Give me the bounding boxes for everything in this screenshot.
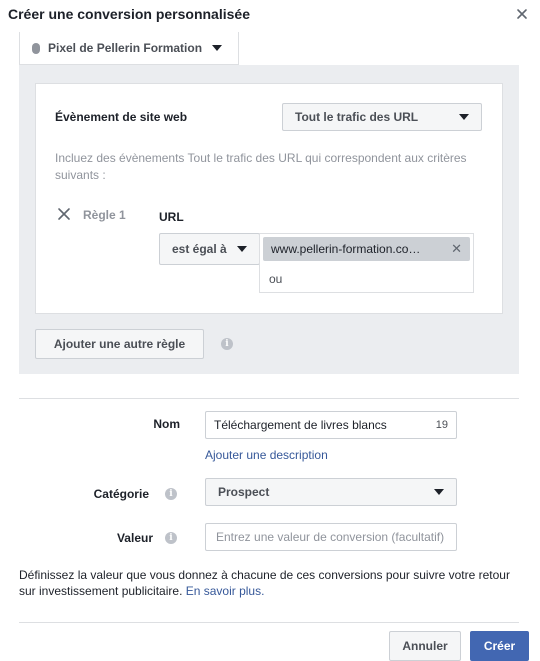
rules-help-text: Incluez des évènements Tout le trafic de… (55, 151, 467, 182)
remove-token-icon[interactable]: ✕ (451, 241, 462, 257)
divider (19, 398, 519, 399)
category-select[interactable]: Prospect (205, 478, 457, 506)
event-select-value: Tout le trafic des URL (295, 110, 419, 124)
learn-more-link[interactable]: En savoir plus. (186, 584, 265, 598)
rule-label: Règle 1 (83, 208, 126, 222)
footnote-text: Définissez la valeur que vous donnez à c… (19, 568, 510, 598)
category-label: Catégorie (93, 487, 149, 501)
value-label: Valeur (116, 531, 153, 545)
operator-select[interactable]: est égal à (159, 233, 260, 265)
create-button[interactable]: Créer (470, 631, 529, 661)
cancel-button[interactable]: Annuler (389, 631, 461, 661)
url-token-text: www.pellerin-formation.co… (271, 242, 421, 256)
info-icon[interactable]: i (165, 532, 177, 544)
info-icon[interactable]: i (165, 488, 177, 500)
event-label: Évènement de site web (55, 110, 188, 124)
chevron-down-icon (212, 45, 223, 51)
pixel-name: Pixel de Pellerin Formation (48, 41, 203, 55)
add-rule-button[interactable]: Ajouter une autre règle (35, 329, 204, 359)
add-description-link[interactable]: Ajouter une description (205, 448, 328, 462)
name-label: Nom (153, 417, 180, 431)
chevron-down-icon (459, 114, 469, 120)
operator-value: est égal à (172, 242, 227, 256)
dialog-title: Créer une conversion personnalisée (8, 6, 250, 22)
info-icon[interactable]: i (221, 338, 233, 350)
category-value: Prospect (218, 485, 270, 499)
pixel-selector[interactable]: Pixel de Pellerin Formation (19, 32, 239, 65)
value-footnote: Définissez la valeur que vous donnez à c… (19, 567, 519, 599)
url-field-label: URL (159, 210, 184, 224)
url-token[interactable]: www.pellerin-formation.co… ✕ (263, 237, 470, 261)
divider (19, 622, 519, 623)
chevron-down-icon (237, 246, 247, 252)
value-input[interactable] (214, 529, 448, 545)
remove-rule-icon[interactable] (57, 207, 71, 221)
close-icon[interactable] (515, 7, 529, 21)
value-input-wrapper (205, 523, 457, 551)
name-input-value: Téléchargement de livres blancs (214, 418, 387, 432)
pixel-icon (32, 42, 40, 54)
name-char-counter: 19 (435, 419, 448, 431)
chevron-down-icon (434, 489, 444, 495)
name-input[interactable]: Téléchargement de livres blancs 19 (205, 411, 457, 439)
url-or-text: ou (269, 272, 283, 286)
event-select[interactable]: Tout le trafic des URL (282, 103, 482, 131)
